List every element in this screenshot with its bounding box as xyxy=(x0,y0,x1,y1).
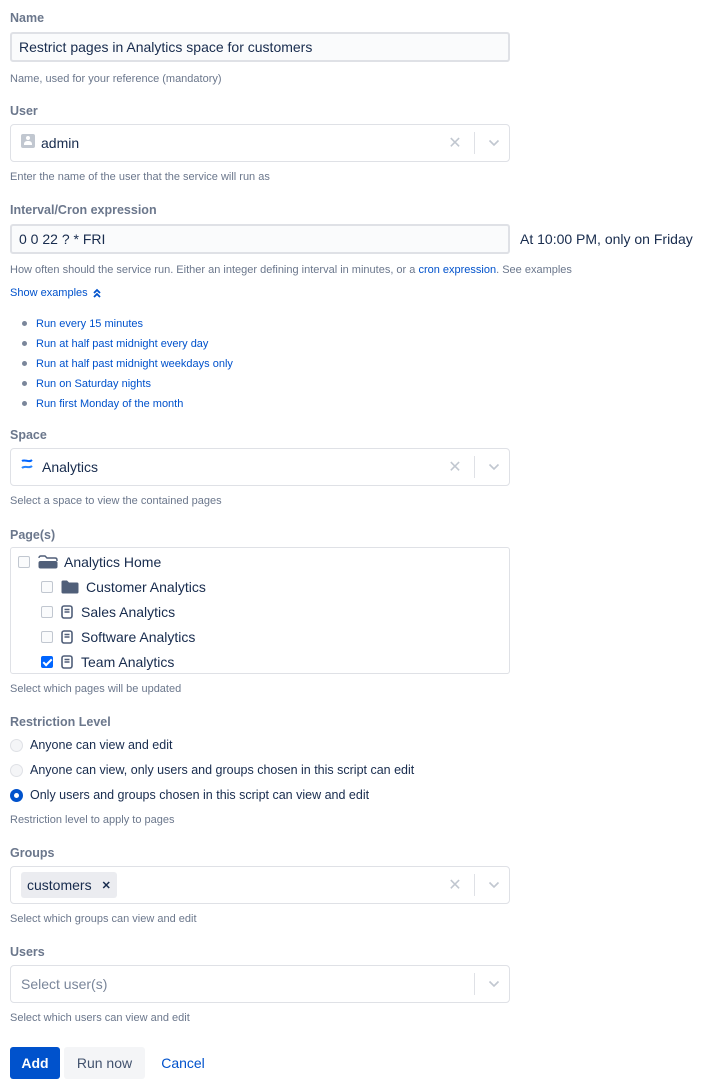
page-checkbox[interactable] xyxy=(41,630,53,643)
user-label: User xyxy=(10,104,38,118)
groups-label: Groups xyxy=(10,846,55,860)
page-checkbox-checked[interactable] xyxy=(41,655,53,668)
pages-label: Page(s) xyxy=(10,528,56,542)
space-select[interactable]: Analytics ✕ xyxy=(10,448,510,486)
restriction-option[interactable]: Anyone can view, only users and groups c… xyxy=(10,761,414,779)
cron-description: At 10:00 PM, only on Friday xyxy=(520,231,693,247)
space-value: Analytics xyxy=(42,459,99,475)
chevron-down-icon[interactable] xyxy=(479,881,509,889)
interval-input[interactable]: 0 0 22 ? * FRI xyxy=(10,224,510,254)
clear-icon[interactable]: ✕ xyxy=(442,133,468,153)
name-help: Name, used for your reference (mandatory… xyxy=(10,73,222,85)
tree-item-label: Analytics Home xyxy=(64,553,162,570)
folder-open-icon xyxy=(38,554,58,568)
restriction-label: Restriction Level xyxy=(10,715,111,729)
interval-label: Interval/Cron expression xyxy=(10,203,157,217)
confluence-space-icon xyxy=(21,459,33,469)
restriction-help: Restriction level to apply to pages xyxy=(10,814,175,826)
run-now-button[interactable]: Run now xyxy=(64,1047,145,1079)
users-label: Users xyxy=(10,945,45,959)
pages-help: Select which pages will be updated xyxy=(10,683,182,695)
restriction-option-label: Anyone can view, only users and groups c… xyxy=(30,763,415,777)
clear-icon[interactable]: ✕ xyxy=(442,457,468,477)
tree-item-label: Sales Analytics xyxy=(81,603,176,620)
user-select[interactable]: admin ✕ xyxy=(10,124,510,162)
radio-button-selected[interactable] xyxy=(10,788,23,802)
tree-item: Customer Analytics xyxy=(11,574,509,599)
examples-list: Run every 15 minutes Run at half past mi… xyxy=(22,316,233,416)
user-select-value: admin xyxy=(11,134,442,151)
user-value: admin xyxy=(41,135,80,151)
radio-button[interactable] xyxy=(10,738,23,752)
cancel-button[interactable]: Cancel xyxy=(150,1047,216,1079)
example-link[interactable]: Run on Saturday nights xyxy=(22,376,233,396)
folder-icon xyxy=(61,580,79,593)
select-separator xyxy=(474,132,475,154)
tree-item-label: Customer Analytics xyxy=(86,578,206,595)
groups-select-value: customers ✕ xyxy=(11,872,442,898)
restriction-option-label: Only users and groups chosen in this scr… xyxy=(30,788,370,802)
tree-item: Software Analytics xyxy=(11,624,509,649)
clear-icon[interactable]: ✕ xyxy=(442,875,468,895)
interval-help-suffix: . See examples xyxy=(496,264,572,276)
users-select-value: Select user(s) xyxy=(11,976,468,992)
chevron-down-icon[interactable] xyxy=(479,139,509,147)
show-examples-label: Show examples xyxy=(10,287,88,299)
select-separator xyxy=(474,456,475,478)
user-help: Enter the name of the user that the serv… xyxy=(10,171,270,183)
example-link[interactable]: Run at half past midnight every day xyxy=(22,336,233,356)
avatar-icon xyxy=(21,134,35,148)
page-checkbox[interactable] xyxy=(41,605,53,618)
interval-help: How often should the service run. Either… xyxy=(10,264,572,276)
page-icon xyxy=(61,654,73,669)
page-checkbox[interactable] xyxy=(18,555,30,568)
cron-expression-link[interactable]: cron expression xyxy=(418,264,496,276)
groups-help: Select which groups can view and edit xyxy=(10,913,197,925)
tree-item: Sales Analytics xyxy=(11,599,509,624)
chevron-double-up-icon xyxy=(93,288,101,298)
pages-tree: Analytics Home Customer Analytics Sales … xyxy=(10,547,510,674)
add-button[interactable]: Add xyxy=(10,1047,60,1079)
space-select-value: Analytics xyxy=(11,459,442,475)
remove-tag-icon[interactable]: ✕ xyxy=(102,879,111,892)
restriction-option[interactable]: Anyone can view and edit xyxy=(10,736,172,754)
select-separator xyxy=(474,874,475,896)
chevron-down-icon[interactable] xyxy=(479,463,509,471)
interval-help-text: How often should the service run. Either… xyxy=(10,264,416,276)
group-tag: customers ✕ xyxy=(21,872,117,898)
example-link[interactable]: Run at half past midnight weekdays only xyxy=(22,356,233,376)
show-examples-toggle[interactable]: Show examples xyxy=(10,287,102,299)
example-link[interactable]: Run every 15 minutes xyxy=(22,316,233,336)
users-select[interactable]: Select user(s) xyxy=(10,965,510,1003)
name-input[interactable]: Restrict pages in Analytics space for cu… xyxy=(10,32,510,62)
page-icon xyxy=(61,629,73,644)
tree-item-label: Software Analytics xyxy=(81,628,196,645)
tree-item-label: Team Analytics xyxy=(81,653,175,670)
groups-select[interactable]: customers ✕ ✕ xyxy=(10,866,510,904)
tree-item: Analytics Home xyxy=(11,549,509,574)
users-help: Select which users can view and edit xyxy=(10,1012,190,1024)
page-checkbox[interactable] xyxy=(41,580,53,593)
radio-button[interactable] xyxy=(10,763,23,777)
users-placeholder: Select user(s) xyxy=(21,976,108,992)
space-help: Select a space to view the contained pag… xyxy=(10,495,222,507)
name-label: Name xyxy=(10,11,45,25)
page-icon xyxy=(61,604,73,619)
chevron-down-icon[interactable] xyxy=(479,980,509,988)
restriction-option-label: Anyone can view and edit xyxy=(30,738,173,752)
select-separator xyxy=(474,973,475,995)
example-link[interactable]: Run first Monday of the month xyxy=(22,396,233,416)
restriction-option-selected[interactable]: Only users and groups chosen in this scr… xyxy=(10,786,369,804)
tree-item: Team Analytics xyxy=(11,649,509,674)
space-label: Space xyxy=(10,428,47,442)
group-tag-label: customers xyxy=(27,877,92,893)
